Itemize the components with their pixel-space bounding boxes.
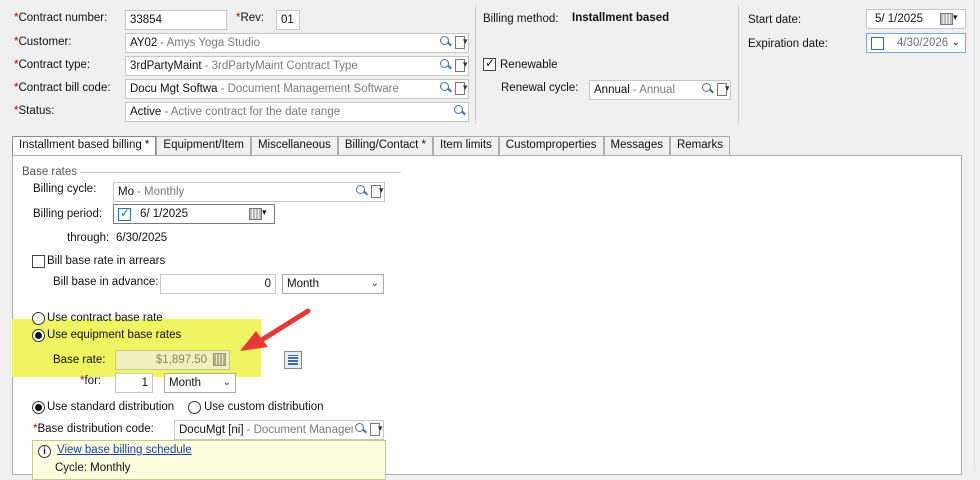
header-divider-right: [738, 6, 739, 124]
document-menu-icon[interactable]: [454, 35, 468, 49]
billing-period-label: Billing period:: [33, 208, 103, 220]
calculator-icon: [288, 355, 298, 365]
cycle-note: Cycle: Monthly: [55, 462, 131, 474]
search-icon[interactable]: [438, 58, 452, 72]
advance-label: Bill base in advance:: [53, 276, 159, 288]
view-schedule-link[interactable]: View base billing schedule: [57, 444, 192, 456]
calculator-icon[interactable]: [213, 353, 226, 366]
header-divider: [475, 6, 476, 124]
expiration-date-field[interactable]: 4/30/2026 ⌄: [866, 33, 966, 53]
rev-label: *Rev:: [236, 12, 265, 24]
calendar-icon[interactable]: [248, 206, 267, 220]
tab-installment-billing[interactable]: Installment based billing *: [12, 136, 157, 156]
use-contract-rate-radio[interactable]: [32, 312, 45, 325]
info-icon: i: [38, 445, 51, 458]
contract-type-field[interactable]: 3rdPartyMaint - 3rdPartyMaint Contract Ty…: [125, 56, 469, 76]
tab-equipment-item[interactable]: Equipment/Item: [156, 136, 251, 155]
billing-schedule-note: i View base billing schedule Cycle: Mont…: [32, 440, 386, 480]
custom-distribution-radio[interactable]: [188, 401, 201, 414]
base-rates-group-label: Base rates: [22, 166, 77, 178]
tab-billing-contact[interactable]: Billing/Contact *: [337, 136, 434, 155]
advance-unit-select[interactable]: Month ⌄: [282, 274, 384, 294]
search-icon[interactable]: [353, 422, 367, 436]
right-edge: [974, 0, 975, 470]
through-value: 6/30/2025: [116, 232, 168, 244]
search-icon[interactable]: [452, 104, 466, 118]
base-rate-field[interactable]: $1,897.50: [115, 350, 230, 370]
arrears-label: Bill base rate in arrears: [47, 255, 166, 267]
renewable-checkbox[interactable]: [483, 56, 496, 71]
status-label: *Status:: [14, 105, 55, 117]
expiration-date-checkbox[interactable]: [871, 37, 884, 50]
use-contract-rate-label: Use contract base rate: [47, 312, 163, 324]
customer-label: *Customer:: [14, 36, 72, 48]
billing-cycle-label: Billing cycle:: [33, 183, 97, 195]
document-menu-icon[interactable]: [370, 184, 384, 198]
search-icon[interactable]: [438, 81, 452, 95]
billing-period-checkbox[interactable]: [118, 206, 131, 221]
group-divider: [80, 172, 401, 173]
distribution-code-label: *Base distribution code:: [33, 423, 154, 435]
use-equipment-rate-radio[interactable]: [32, 329, 45, 342]
rev-field[interactable]: 01: [276, 10, 300, 30]
document-menu-icon[interactable]: [454, 58, 468, 72]
for-unit-select[interactable]: Month ⌄: [164, 373, 236, 393]
tab-messages[interactable]: Messages: [603, 136, 670, 155]
chevron-down-icon: ⌄: [370, 278, 379, 289]
for-label: *for:: [80, 375, 102, 387]
distribution-code-field[interactable]: DocuMgt [ni] - Document Management: [174, 420, 384, 440]
billing-method-value: Installment based: [572, 12, 670, 24]
chevron-down-icon[interactable]: ⌄: [952, 37, 960, 48]
tab-remarks[interactable]: Remarks: [669, 136, 730, 155]
status-field[interactable]: Active - Active contract for the date ran…: [125, 102, 469, 122]
document-menu-icon[interactable]: [369, 422, 383, 436]
for-quantity-field[interactable]: 1: [115, 373, 153, 393]
contract-type-label: *Contract type:: [14, 59, 91, 71]
standard-distribution-radio[interactable]: [32, 401, 45, 414]
base-rate-label: Base rate:: [53, 354, 106, 366]
renewal-cycle-label: Renewal cycle:: [501, 82, 579, 94]
annotation-arrow: [240, 308, 311, 351]
billing-method-label: Billing method:: [483, 13, 559, 25]
search-icon[interactable]: [700, 82, 714, 96]
arrears-checkbox[interactable]: [32, 255, 45, 268]
renewal-cycle-field[interactable]: Annual - Annual: [589, 80, 731, 100]
search-icon[interactable]: [438, 35, 452, 49]
billing-cycle-field[interactable]: Mo - Monthly: [113, 182, 385, 202]
tab-miscellaneous[interactable]: Miscellaneous: [250, 136, 338, 155]
through-label: through:: [67, 232, 110, 244]
customer-field[interactable]: AY02- Amys Yoga Studio: [125, 33, 469, 53]
standard-distribution-label: Use standard distribution: [47, 401, 175, 413]
tab-strip: Installment based billing * Equipment/It…: [12, 136, 730, 156]
search-icon[interactable]: [354, 184, 368, 198]
renewable-label: Renewable: [500, 59, 558, 71]
start-date-field[interactable]: 5/ 1/2025: [866, 9, 966, 29]
billing-period-field[interactable]: 6/ 1/2025: [113, 204, 275, 224]
chevron-down-icon: ⌄: [222, 377, 231, 388]
expiration-date-label: Expiration date:: [748, 38, 828, 50]
advance-field[interactable]: 0: [160, 274, 276, 294]
document-menu-icon[interactable]: [454, 81, 468, 95]
calendar-icon[interactable]: [939, 11, 958, 25]
use-equipment-rate-label: Use equipment base rates: [47, 329, 182, 341]
document-menu-icon[interactable]: [716, 82, 730, 96]
contract-bill-code-label: *Contract bill code:: [14, 82, 111, 94]
contract-bill-code-field[interactable]: Docu Mgt Softwa - Document Management Sof…: [125, 79, 469, 99]
tab-custom-properties[interactable]: Customproperties: [498, 136, 604, 155]
tab-item-limits[interactable]: Item limits: [433, 136, 499, 155]
contract-number-label: *Contract number:: [14, 12, 108, 24]
contract-number-field[interactable]: 33854: [125, 10, 227, 30]
custom-distribution-label: Use custom distribution: [204, 401, 324, 413]
start-date-label: Start date:: [748, 14, 802, 26]
